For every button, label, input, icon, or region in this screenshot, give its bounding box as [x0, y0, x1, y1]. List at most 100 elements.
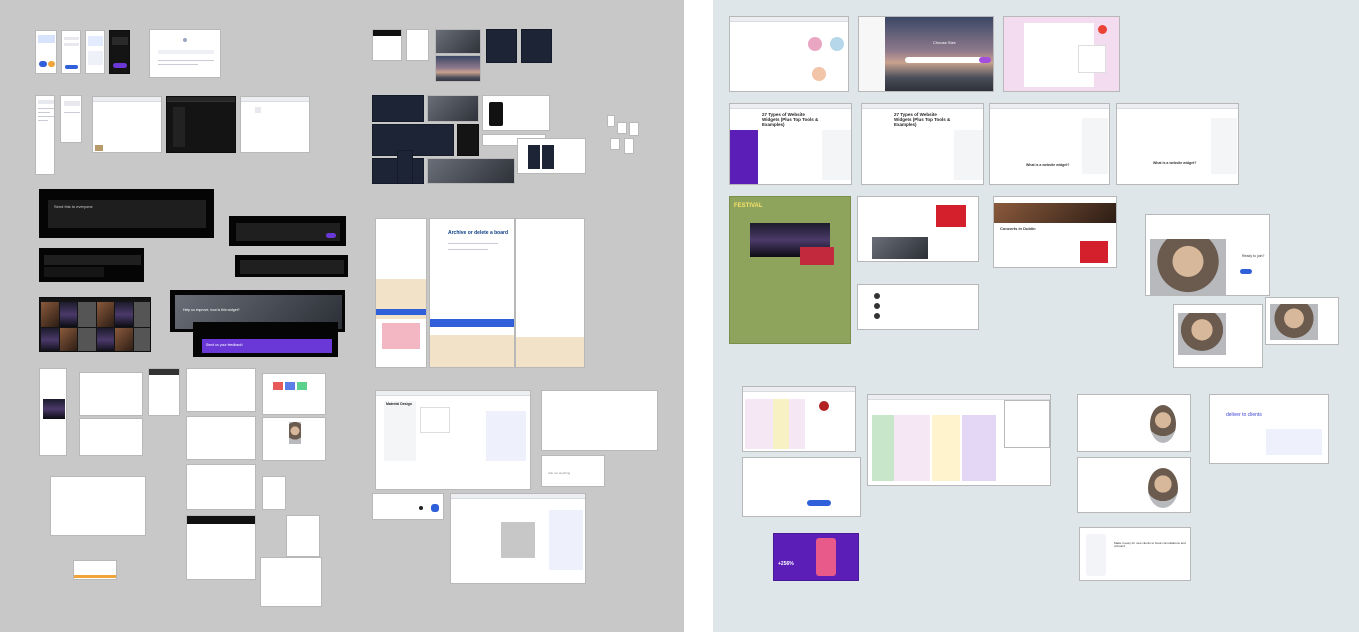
textbox-card[interactable]: Send this to everyone: [39, 189, 214, 238]
video-call-card[interactable]: [1265, 297, 1339, 345]
landing-page-card[interactable]: [1077, 394, 1191, 452]
video-call-card[interactable]: [1173, 304, 1263, 368]
tiny-card[interactable]: [624, 138, 634, 154]
chat-panel-card[interactable]: [742, 457, 861, 517]
tiny-card[interactable]: [617, 122, 627, 134]
article-subheading: What is a website widget?: [1026, 163, 1070, 167]
chat-widget-card[interactable]: [149, 29, 221, 78]
landing-page-card[interactable]: deliver to clients: [1209, 394, 1329, 464]
landing-page-card[interactable]: Make it easy for new clients to book con…: [1079, 527, 1191, 581]
app-screen-card[interactable]: [372, 124, 454, 156]
help-center-sidebar[interactable]: [515, 218, 585, 368]
page-card[interactable]: [186, 368, 256, 412]
image-editor-card[interactable]: [450, 493, 586, 584]
photo-card[interactable]: [435, 29, 481, 54]
landing-ad-text: Make it easy for new clients to book con…: [1114, 541, 1186, 548]
right-canvas[interactable]: Choose Size 27 Types of Website Widgets …: [713, 0, 1359, 632]
page-card[interactable]: [79, 418, 143, 456]
team-page-card[interactable]: [729, 16, 849, 92]
app-promo-card[interactable]: [486, 29, 517, 63]
app-screen-card[interactable]: [372, 95, 424, 122]
feedback-prompt: Help us improve, how is this widget?: [183, 308, 240, 312]
concerts-page-card[interactable]: Concerts in Dublin: [993, 196, 1117, 268]
document-page-card[interactable]: [35, 95, 55, 175]
canvas-card[interactable]: [541, 390, 658, 451]
textbox-card[interactable]: [229, 216, 346, 246]
photo-card[interactable]: [435, 55, 481, 82]
dialog-card[interactable]: [372, 29, 402, 61]
photo-card[interactable]: [427, 95, 479, 122]
festival-page-card[interactable]: FESTIVAL: [729, 196, 851, 344]
photo-card[interactable]: [427, 158, 515, 184]
textbox-editor-card[interactable]: [166, 96, 236, 153]
join-title: Ready to join?: [1242, 254, 1265, 258]
tiny-card[interactable]: [610, 138, 620, 150]
mobile-screen-card[interactable]: [109, 30, 130, 74]
chat-input-placeholder: Ask me anything: [548, 471, 571, 475]
blog-article-card[interactable]: 27 Types of Website Widgets (Plus Top To…: [729, 103, 852, 185]
tiny-card[interactable]: [629, 122, 639, 136]
textbox-editor-card[interactable]: [240, 96, 310, 153]
feedback-card[interactable]: Send us your feedback!: [193, 322, 338, 357]
banner-card[interactable]: [73, 560, 117, 580]
page-card[interactable]: [79, 372, 143, 416]
landing-page-card[interactable]: [1077, 457, 1191, 513]
product-grid-card[interactable]: [262, 373, 326, 415]
text-card[interactable]: [482, 95, 550, 131]
search-hero-card[interactable]: Choose Size: [858, 16, 994, 92]
menu-card[interactable]: [148, 368, 180, 416]
google-review-card[interactable]: [1003, 16, 1120, 92]
concerts-heading: Concerts in Dublin: [1000, 226, 1036, 231]
join-button[interactable]: [1240, 269, 1252, 274]
list-card[interactable]: [857, 284, 979, 330]
chat-card[interactable]: [286, 515, 320, 557]
chat-input-card[interactable]: Ask me anything: [541, 455, 605, 487]
docs-card[interactable]: [1004, 400, 1050, 448]
landing-headline: deliver to clients: [1226, 412, 1262, 418]
toolbar-card[interactable]: [372, 493, 444, 520]
widget-editor-card[interactable]: Material Design: [375, 390, 531, 490]
article-card[interactable]: [186, 515, 256, 580]
page-card[interactable]: [186, 464, 256, 510]
form-card[interactable]: [50, 476, 146, 536]
page-card[interactable]: [39, 368, 67, 456]
video-call-card[interactable]: Ready to join?: [1145, 214, 1270, 296]
page-card[interactable]: [262, 476, 286, 510]
help-center-article[interactable]: Archive or delete a board: [429, 218, 515, 368]
promo-ad-card[interactable]: +256%: [773, 533, 859, 581]
article-title: 27 Types of Website Widgets (Plus Top To…: [894, 112, 951, 128]
article-subheading: What is a website widget?: [1153, 161, 1197, 165]
textbox-editor-card[interactable]: [92, 96, 162, 153]
event-card[interactable]: [857, 196, 979, 262]
spreadsheet-card[interactable]: [742, 386, 856, 452]
tiny-card[interactable]: [607, 115, 615, 127]
hero-label: Choose Size: [933, 40, 956, 45]
blog-article-card[interactable]: What is a website widget?: [1116, 103, 1239, 185]
chat-card[interactable]: [260, 557, 322, 607]
help-center-sidebar[interactable]: [375, 218, 427, 368]
dialog-card[interactable]: [60, 95, 82, 143]
textbox-placeholder: Send this to everyone: [54, 204, 93, 209]
profile-card[interactable]: [262, 417, 326, 461]
form-card[interactable]: [406, 29, 429, 61]
mobile-screen-card[interactable]: [35, 30, 57, 74]
conversion-stat: +256%: [778, 561, 794, 567]
textbox-card[interactable]: [235, 255, 348, 277]
page-card[interactable]: [186, 416, 256, 460]
app-promo-card[interactable]: [521, 29, 552, 63]
left-canvas[interactable]: Send this to everyone Help us improve, h…: [0, 0, 684, 632]
textbox-card[interactable]: [39, 248, 144, 282]
canvas-divider: [684, 0, 713, 632]
feedback-button-label: Send us your feedback!: [206, 343, 243, 347]
mobile-screen-card[interactable]: [61, 30, 81, 74]
app-screen-card[interactable]: [397, 150, 413, 184]
mobile-screen-card[interactable]: [85, 30, 105, 74]
image-gallery-card[interactable]: [39, 297, 151, 352]
blog-article-card[interactable]: 27 Types of Website Widgets (Plus Top To…: [861, 103, 984, 185]
blog-article-card[interactable]: What is a website widget?: [989, 103, 1110, 185]
text-card[interactable]: [517, 138, 586, 174]
app-screen-card[interactable]: [457, 124, 479, 156]
article-title: Archive or delete a board: [448, 230, 509, 236]
article-title: 27 Types of Website Widgets (Plus Top To…: [762, 112, 819, 128]
search-input[interactable]: [905, 57, 985, 63]
